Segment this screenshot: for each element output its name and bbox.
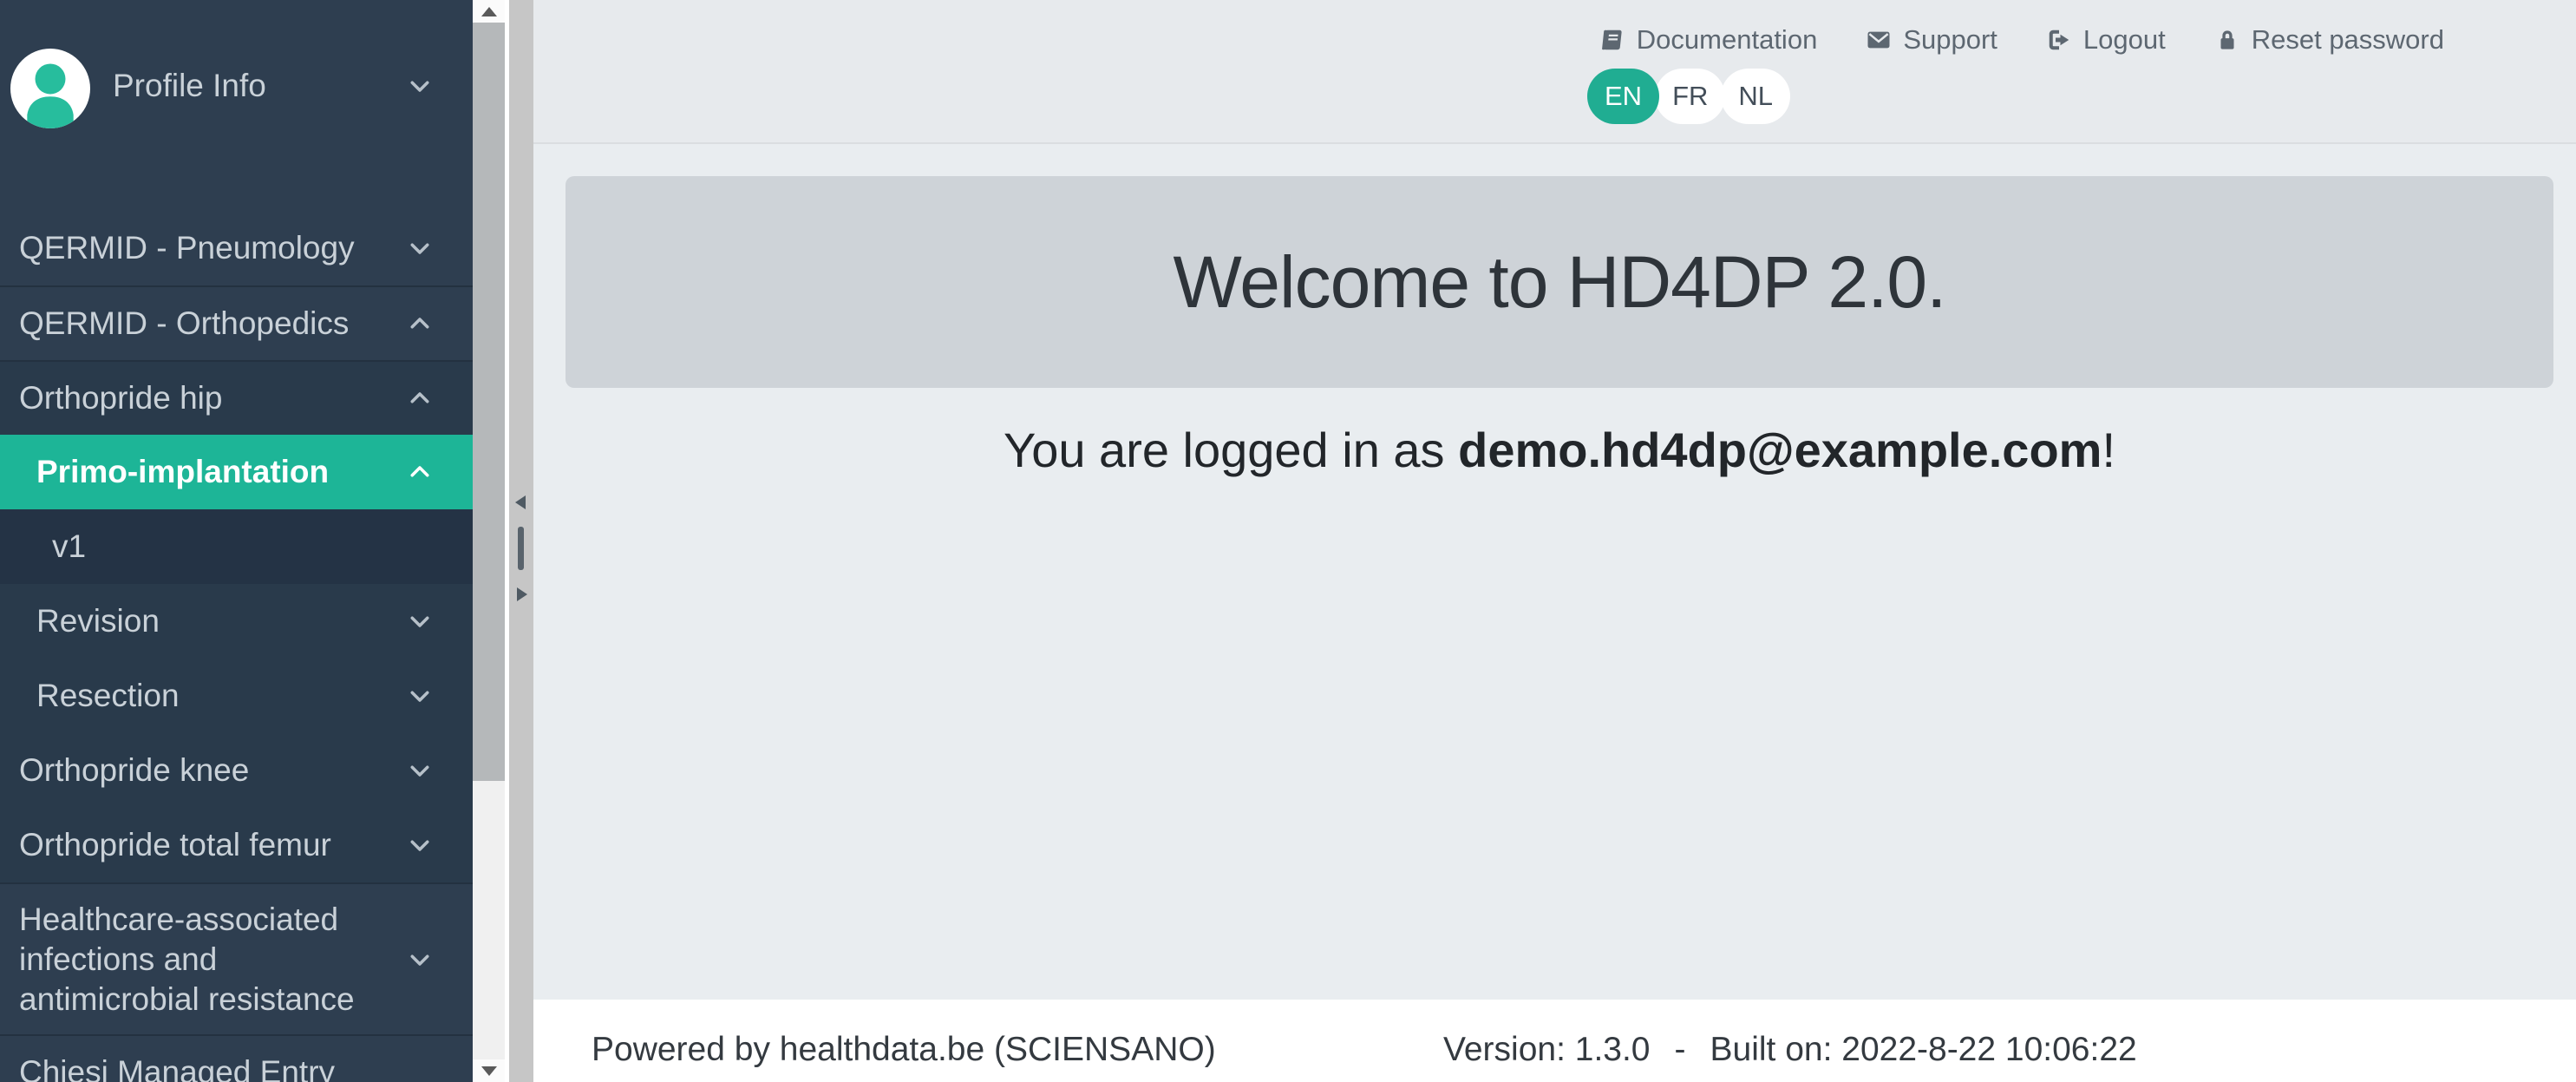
logout-link[interactable]: Logout [2046,24,2166,56]
powered-by-text: Powered by healthdata.be (SCIENSANO) [592,1031,1216,1069]
footer: Powered by healthdata.be (SCIENSANO) Ver… [533,1000,2576,1082]
scroll-up-button[interactable] [473,0,505,23]
language-switcher: EN FR NL [1592,69,1790,124]
documentation-link[interactable]: Documentation [1599,24,1818,56]
sidebar-item-healthcare-associated-infections[interactable]: Healthcare-associated infections and ant… [0,882,473,1034]
welcome-banner: Welcome to HD4DP 2.0. [566,176,2553,388]
link-label: Documentation [1637,24,1818,56]
nav-label: QERMID - Orthopedics [19,304,349,344]
triangle-up-icon [481,7,497,16]
nav-label: Orthopride knee [19,751,249,790]
logout-icon [2046,27,2072,53]
sidebar-item-primo-implantation[interactable]: Primo-implantation [0,435,473,509]
avatar [10,49,90,128]
envelope-icon [1866,27,1892,53]
nav-label: Chiesi Managed Entry [19,1052,335,1082]
sidebar-item-v1[interactable]: v1 [0,509,473,584]
topbar: Documentation Support Logout [533,0,2576,144]
hd4dp-app: Profile Info QERMID - Pneumology QERMID … [0,0,2576,1082]
collapse-left-icon[interactable] [515,495,526,509]
chevron-down-icon [407,947,433,973]
chevron-down-icon [407,235,433,261]
version-separator: - [1675,1031,1686,1069]
language-label: EN [1605,81,1642,112]
sidebar-item-resection[interactable]: Resection [0,659,473,733]
chevron-up-icon [407,385,433,411]
login-status-line: You are logged in as demo.hd4dp@example.… [566,422,2553,478]
nav-label: Orthopride hip [19,378,222,418]
reset-password-link[interactable]: Reset password [2214,24,2444,56]
book-icon [1599,27,1625,53]
chevron-down-icon [407,608,433,634]
chevron-down-icon [407,832,433,858]
sidebar-item-orthopride-knee[interactable]: Orthopride knee [0,733,473,808]
sidebar: Profile Info QERMID - Pneumology QERMID … [0,0,473,1082]
nav-label: Resection [36,676,180,716]
language-label: NL [1738,81,1773,112]
sidebar-item-revision[interactable]: Revision [0,584,473,659]
nav-label: QERMID - Pneumology [19,228,355,268]
nav-label: Healthcare-associated infections and ant… [19,900,386,1020]
login-email: demo.hd4dp@example.com [1458,423,2102,477]
sidebar-splitter[interactable] [507,0,533,1082]
support-link[interactable]: Support [1866,24,1997,56]
chevron-down-icon [407,683,433,709]
link-label: Logout [2083,24,2166,56]
link-label: Support [1903,24,1997,56]
chevron-down-icon [407,757,433,784]
main-content: Documentation Support Logout [533,0,2576,1082]
sidebar-nav: QERMID - Pneumology QERMID - Orthopedics… [0,211,473,1082]
login-suffix: ! [2102,423,2115,477]
scroll-down-button[interactable] [473,1059,505,1082]
splitter-grip[interactable] [518,527,524,570]
profile-info-label: Profile Info [113,68,266,104]
nav-label: v1 [52,527,86,567]
nav-label: Revision [36,601,160,641]
nav-label: Orthopride total femur [19,825,331,865]
chevron-down-icon [407,73,433,99]
triangle-down-icon [481,1066,497,1076]
link-label: Reset password [2252,24,2444,56]
page-title: Welcome to HD4DP 2.0. [1174,240,1946,325]
sidebar-item-chiesi-managed-entry[interactable]: Chiesi Managed Entry [0,1034,473,1082]
version-text: Version: 1.3.0 [1443,1031,1651,1069]
scrollbar-thumb[interactable] [473,23,505,781]
language-pill-nl[interactable]: NL [1721,69,1790,124]
header-links: Documentation Support Logout [1599,24,2444,56]
sidebar-item-profile-info[interactable]: Profile Info [0,0,473,211]
version-info: Version: 1.3.0 - Built on: 2022-8-22 10:… [1443,1031,2137,1069]
language-pill-en[interactable]: EN [1587,69,1659,124]
sidebar-item-orthopride-total-femur[interactable]: Orthopride total femur [0,808,473,882]
sidebar-scrollbar[interactable] [473,0,507,1082]
built-on-text: Built on: 2022-8-22 10:06:22 [1710,1031,2137,1069]
chevron-up-icon [407,459,433,485]
sidebar-item-qermid-pneumology[interactable]: QERMID - Pneumology [0,211,473,285]
login-prefix: You are logged in as [1004,423,1458,477]
nav-label: Primo-implantation [36,452,329,492]
language-pill-fr[interactable]: FR [1655,69,1725,124]
sidebar-item-qermid-orthopedics[interactable]: QERMID - Orthopedics [0,285,473,360]
lock-icon [2214,27,2240,53]
chevron-up-icon [407,311,433,337]
language-label: FR [1672,81,1708,112]
sidebar-item-orthopride-hip[interactable]: Orthopride hip [0,360,473,435]
collapse-right-icon[interactable] [517,587,527,601]
